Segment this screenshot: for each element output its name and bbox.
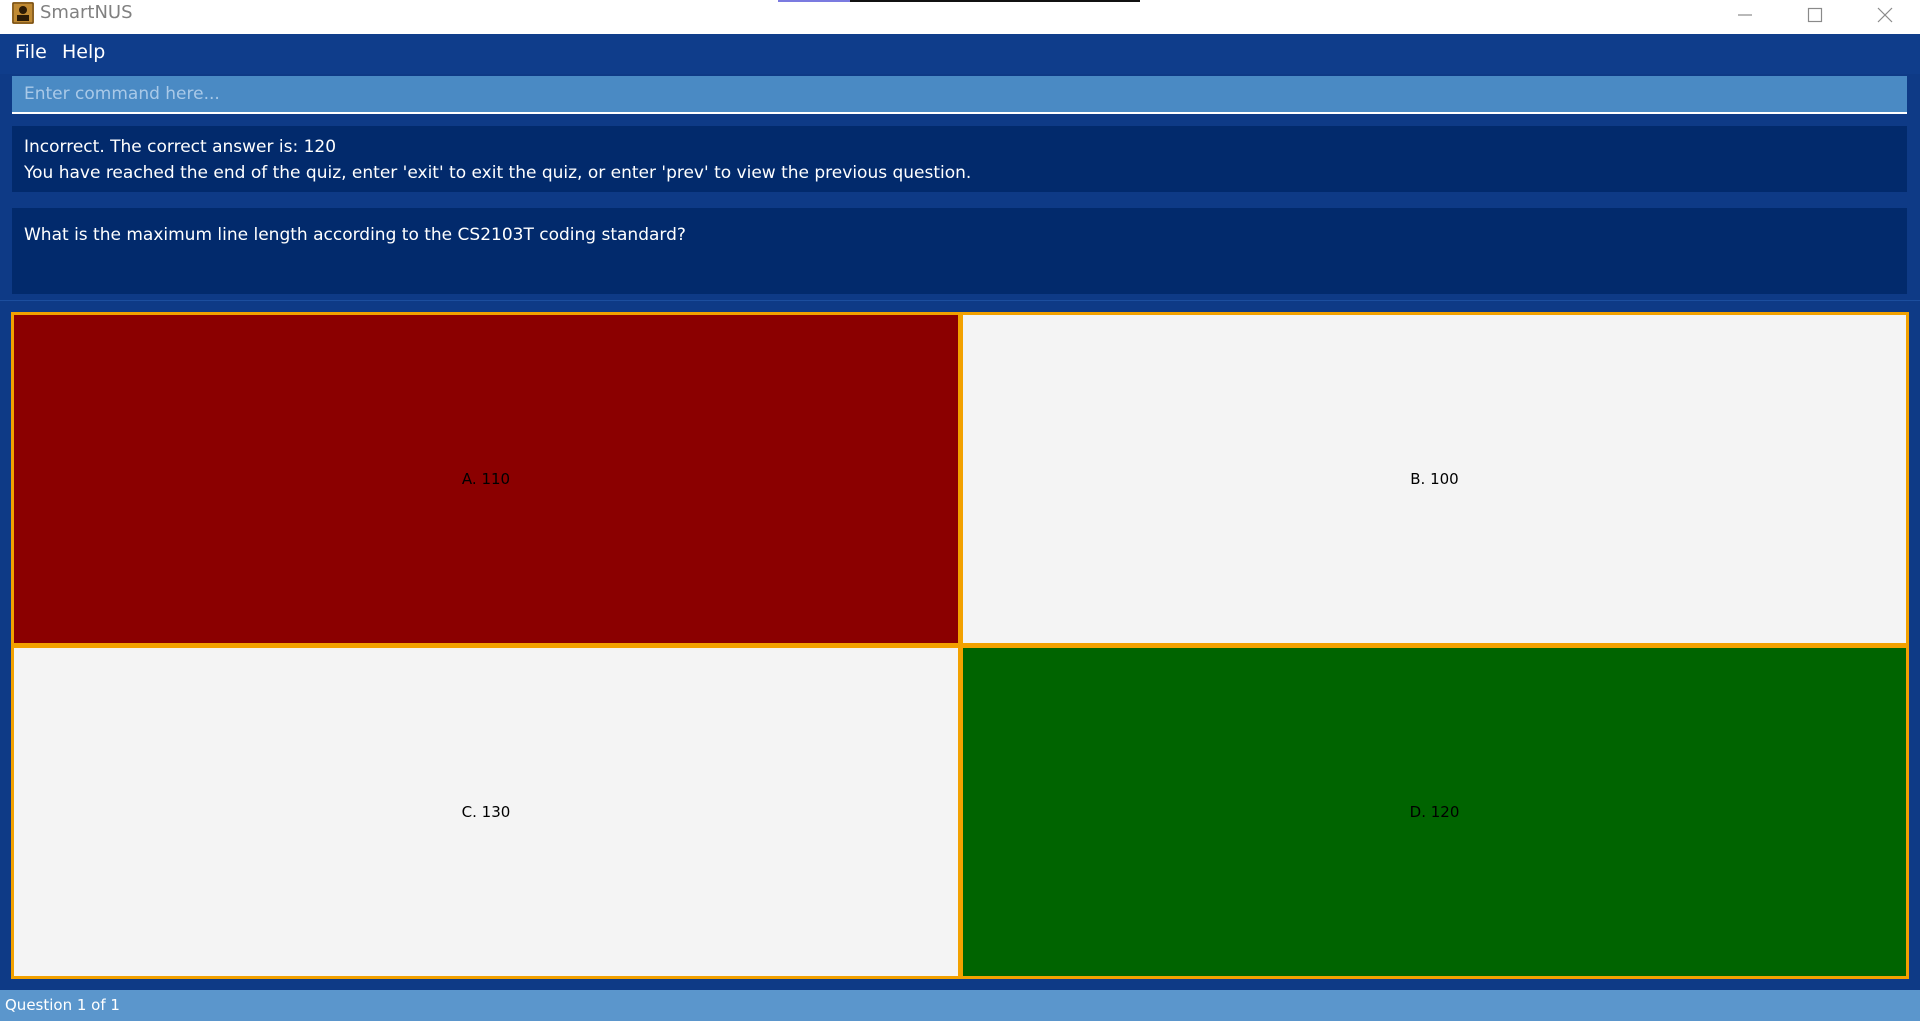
option-d-label: D. 120: [1409, 803, 1460, 821]
question-display: What is the maximum line length accordin…: [12, 208, 1907, 294]
minimize-button[interactable]: [1710, 0, 1780, 30]
title-accent-right: [850, 0, 1140, 2]
menu-bar: File Help: [0, 34, 1920, 74]
command-box: [12, 76, 1907, 114]
title-bar: SmartNUS: [0, 0, 1920, 34]
option-b[interactable]: B. 100: [960, 312, 1909, 646]
maximize-icon: [1807, 7, 1823, 23]
result-line: You have reached the end of the quiz, en…: [24, 163, 972, 183]
close-button[interactable]: [1850, 0, 1920, 30]
title-accent-left: [778, 0, 850, 2]
menu-file[interactable]: File: [15, 40, 47, 64]
option-b-label: B. 100: [1410, 470, 1459, 488]
status-bar: Question 1 of 1: [0, 990, 1920, 1021]
option-a[interactable]: A. 110: [11, 312, 961, 646]
result-line: Incorrect. The correct answer is: 120: [24, 137, 337, 157]
menu-help[interactable]: Help: [62, 40, 105, 64]
maximize-button[interactable]: [1780, 0, 1850, 30]
status-text: Question 1 of 1: [5, 996, 120, 1014]
command-input[interactable]: [12, 76, 1907, 112]
option-c-label: C. 130: [461, 803, 511, 821]
question-text: What is the maximum line length accordin…: [24, 225, 686, 245]
app-icon: [12, 2, 34, 24]
option-a-label: A. 110: [461, 470, 511, 488]
option-d[interactable]: D. 120: [960, 645, 1909, 979]
close-icon: [1877, 7, 1893, 23]
divider: [0, 300, 1920, 301]
option-c[interactable]: C. 130: [11, 645, 961, 979]
window-title: SmartNUS: [40, 2, 133, 23]
result-display: Incorrect. The correct answer is: 120 Yo…: [12, 126, 1907, 192]
minimize-icon: [1738, 14, 1752, 16]
